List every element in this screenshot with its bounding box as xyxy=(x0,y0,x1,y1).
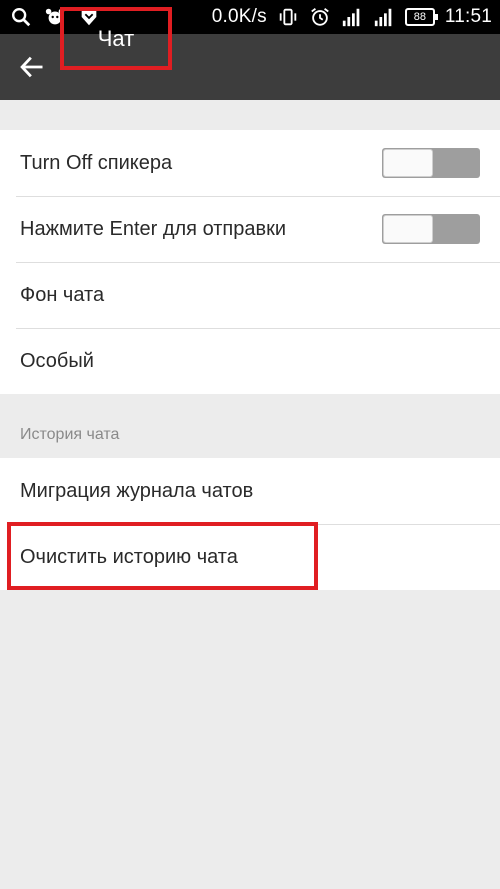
signal-icon xyxy=(342,8,360,27)
arrow-left-icon xyxy=(20,56,43,78)
search-icon xyxy=(12,8,31,27)
speaker-setting-label: Turn Off спикера xyxy=(20,151,173,174)
alarm-icon xyxy=(311,8,329,26)
back-button[interactable] xyxy=(0,34,64,100)
vibrate-icon xyxy=(279,8,297,26)
network-speed: 0.0K/s xyxy=(211,6,267,27)
enter-send-toggle[interactable] xyxy=(382,214,480,244)
clock: 11:51 xyxy=(444,6,492,27)
page-title: Чат xyxy=(97,25,135,51)
chat-settings-group: Turn Off спикера Нажмите Enter для отпра… xyxy=(0,130,500,394)
status-right-icons: 0.0K/s 88 11:51 xyxy=(212,6,492,28)
speaker-setting-row[interactable]: Turn Off спикера xyxy=(0,130,500,196)
migrate-history-label: Миграция журнала чатов xyxy=(20,479,254,502)
speaker-toggle[interactable] xyxy=(382,148,480,178)
signal-2-icon xyxy=(374,8,392,27)
enter-send-setting-row[interactable]: Нажмите Enter для отправки xyxy=(0,196,500,262)
toggle-knob xyxy=(383,215,433,243)
chat-history-group: Миграция журнала чатов Очистить историю … xyxy=(0,458,500,590)
chat-background-row[interactable]: Фон чата xyxy=(0,262,500,328)
custom-label: Особый xyxy=(20,349,94,372)
clear-history-row[interactable]: Очистить историю чата xyxy=(0,524,500,590)
battery-indicator: 88 xyxy=(404,8,438,26)
enter-send-label: Нажмите Enter для отправки xyxy=(20,217,287,240)
title-highlight-box: Чат xyxy=(60,7,172,70)
top-spacer xyxy=(0,100,500,130)
chat-background-label: Фон чата xyxy=(20,283,105,306)
toggle-knob xyxy=(383,149,433,177)
history-section-header: История чата xyxy=(20,426,120,443)
migrate-history-row[interactable]: Миграция журнала чатов xyxy=(0,458,500,524)
clear-history-label: Очистить историю чата xyxy=(20,545,238,568)
custom-row[interactable]: Особый xyxy=(0,328,500,394)
